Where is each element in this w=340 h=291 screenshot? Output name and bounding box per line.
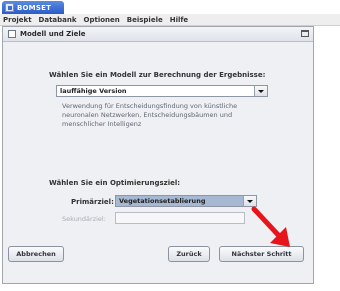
model-select-value: lauffähige Version <box>60 87 127 95</box>
frame-icon <box>8 30 16 38</box>
menu-optionen[interactable]: Optionen <box>84 16 120 24</box>
desktop-background <box>314 26 340 284</box>
menu-projekt[interactable]: Projekt <box>3 16 32 24</box>
primary-goal-select[interactable]: Vegetationsetablierung <box>115 195 257 207</box>
window-title: BOMSET <box>17 3 52 12</box>
back-button[interactable]: Zurück <box>168 246 210 262</box>
primary-goal-label: Primärziel: <box>71 198 114 206</box>
menu-hilfe[interactable]: Hilfe <box>170 16 188 24</box>
window-title-tab[interactable]: BOMSET <box>2 1 64 14</box>
annotation-arrow-shaft <box>251 206 285 242</box>
secondary-goal-label: Sekundärziel: <box>62 215 106 223</box>
chevron-down-icon[interactable] <box>254 86 267 96</box>
frame-title: Modell und Ziele <box>20 30 86 38</box>
secondary-goal-field[interactable] <box>115 212 245 224</box>
window-titlebar: BOMSET <box>0 0 340 14</box>
model-select[interactable]: lauffähige Version <box>56 85 268 97</box>
app-icon <box>5 3 14 12</box>
cancel-button[interactable]: Abbrechen <box>8 246 64 262</box>
menu-beispiele[interactable]: Beispiele <box>127 16 163 24</box>
desktop-background-bottom <box>0 284 340 291</box>
goal-heading: Wählen Sie ein Optimierungsziel: <box>49 179 181 187</box>
model-heading: Wählen Sie ein Modell zur Berechnung der… <box>49 71 266 79</box>
primary-goal-value: Vegetationsetablierung <box>119 197 206 205</box>
annotation-arrow-icon <box>251 206 290 247</box>
menubar: Projekt Databank Optionen Beispiele Hilf… <box>0 14 340 26</box>
model-description: Verwendung für Entscheidungsfindung von … <box>62 102 238 128</box>
menu-databank[interactable]: Databank <box>39 16 77 24</box>
frame-header[interactable]: Modell und Ziele <box>3 27 313 42</box>
maximize-icon[interactable] <box>301 30 309 37</box>
